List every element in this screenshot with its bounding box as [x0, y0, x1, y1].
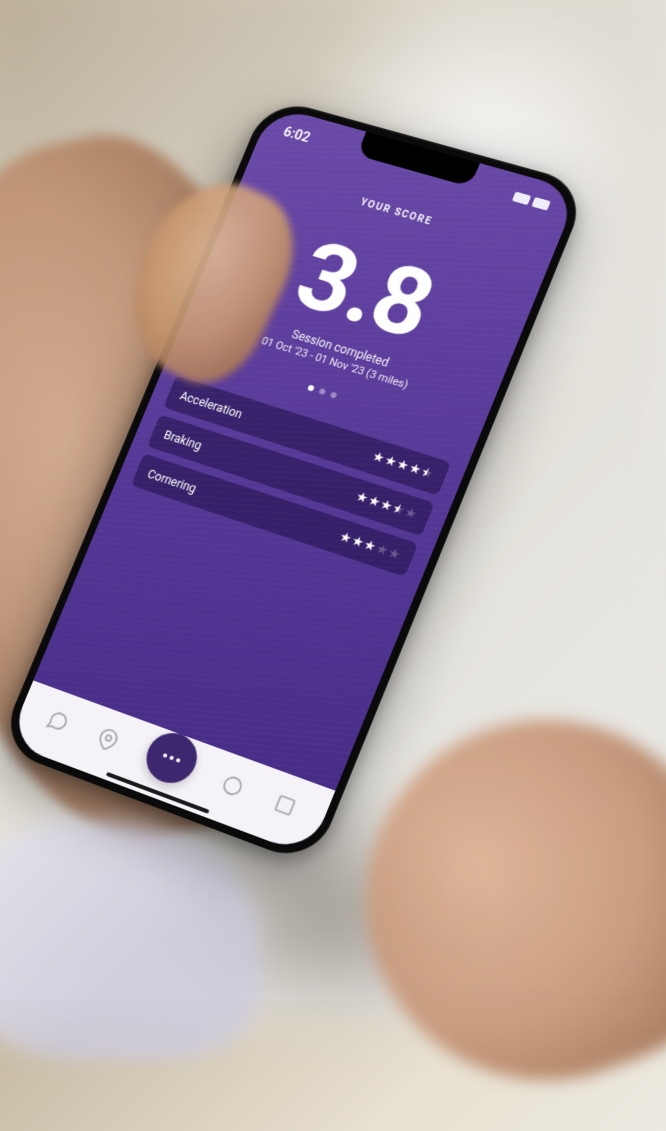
metric-stars: ★★★★★	[370, 449, 436, 482]
nav-fab-button[interactable]	[139, 726, 205, 790]
nav-item-5-icon[interactable]	[268, 788, 303, 822]
more-icon	[162, 753, 180, 763]
metric-label: Braking	[162, 428, 204, 453]
metric-label: Acceleration	[178, 388, 244, 420]
battery-icon	[531, 197, 550, 211]
dot-1[interactable]	[307, 384, 315, 391]
nav-location-icon[interactable]	[91, 723, 125, 756]
nav-item-4-icon[interactable]	[215, 769, 250, 803]
metric-stars: ★★★★★	[337, 529, 403, 563]
metric-label: Cornering	[146, 467, 199, 496]
metric-stars: ★★★★★	[353, 489, 419, 523]
metrics-list: Acceleration ★★★★★ Braking ★★★★★ Corneri…	[116, 371, 466, 582]
status-time: 6:02	[281, 125, 312, 146]
signal-icon	[512, 192, 531, 206]
dot-3[interactable]	[330, 391, 338, 398]
status-indicators	[479, 182, 551, 210]
nav-chat-icon[interactable]	[41, 705, 74, 738]
dot-2[interactable]	[318, 388, 326, 395]
